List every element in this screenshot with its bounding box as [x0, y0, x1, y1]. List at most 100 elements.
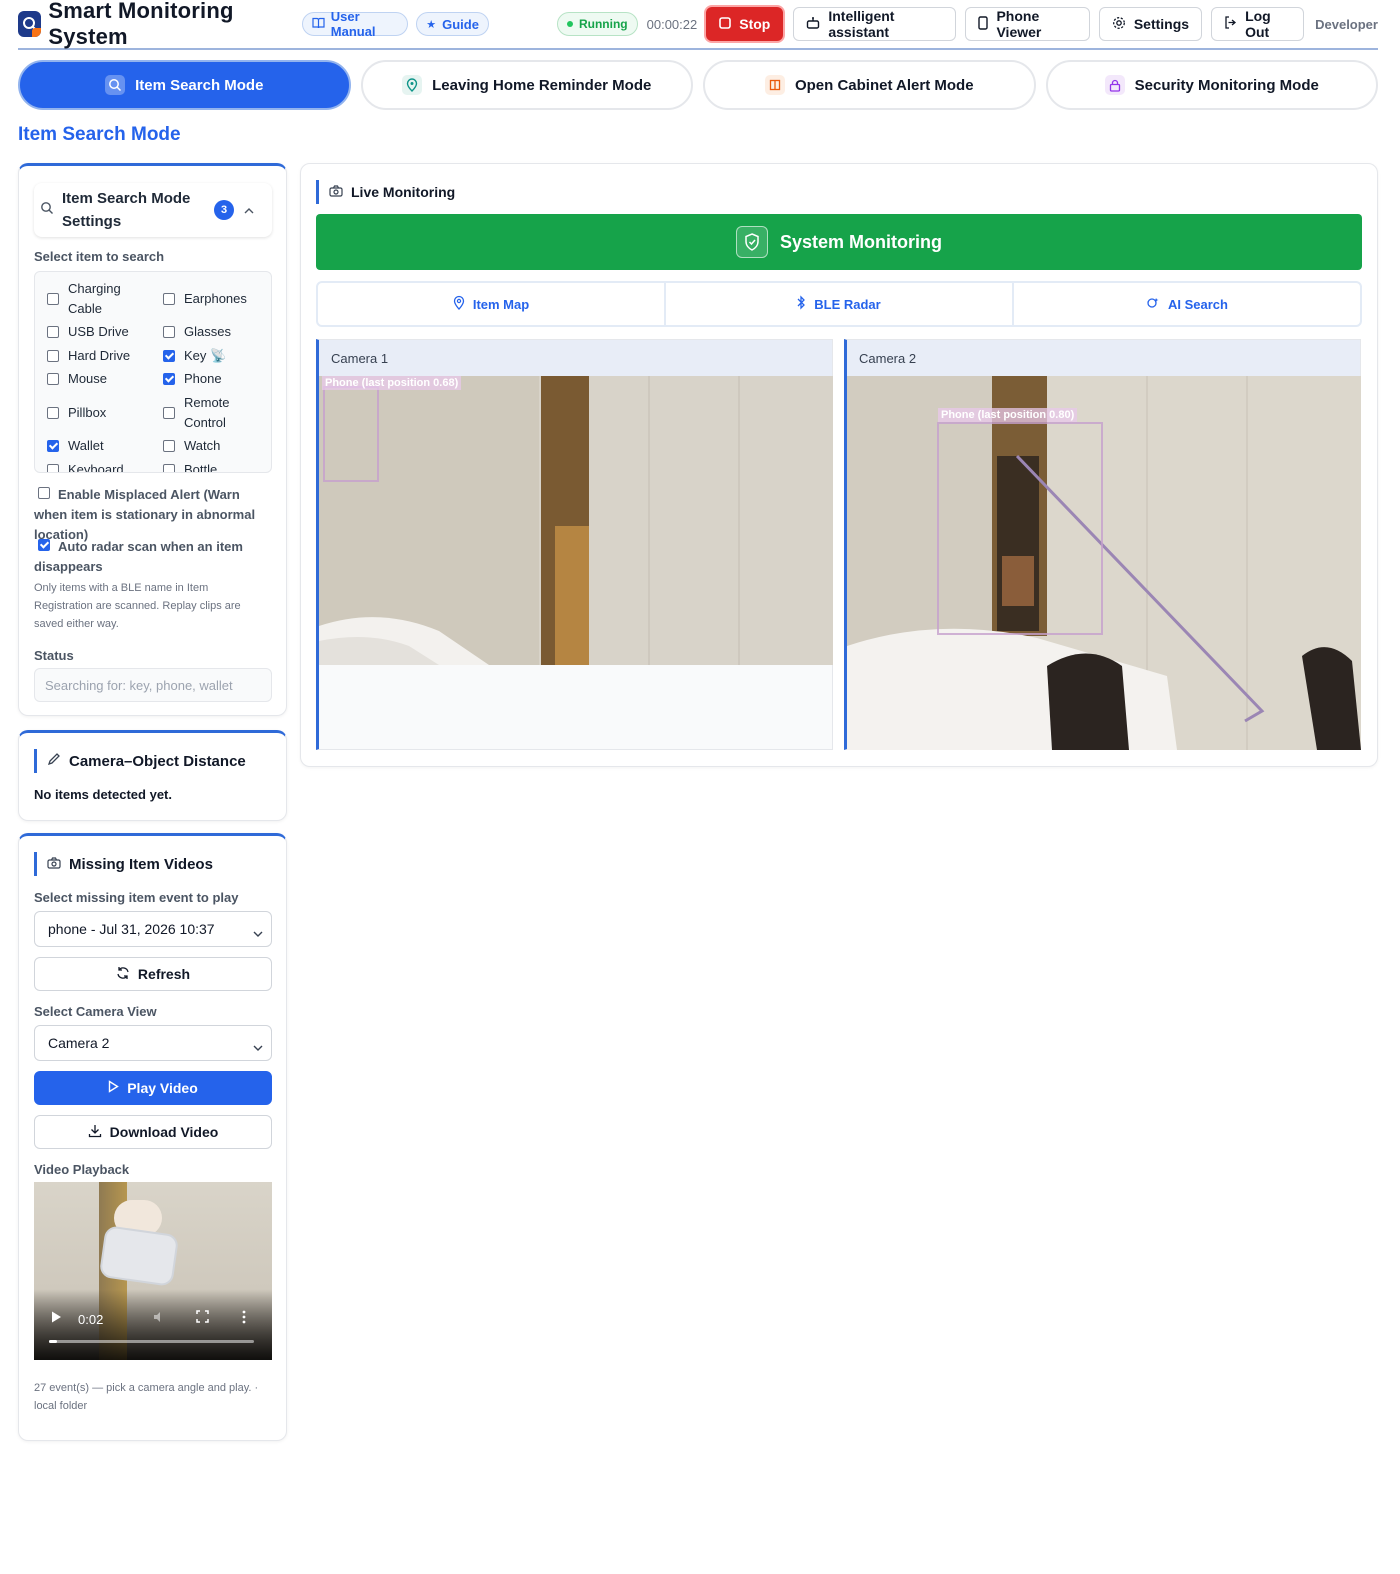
tab-open-cabinet-alert-mode[interactable]: Open Cabinet Alert Mode	[703, 60, 1036, 110]
misplaced-alert-checkbox[interactable]	[38, 487, 50, 499]
item-remote-control[interactable]: Remote Control	[163, 393, 263, 433]
video-play-icon[interactable]	[50, 1310, 62, 1329]
camera-2-feed[interactable]: Phone (last position 0.80)	[847, 376, 1361, 750]
banner-text: System Monitoring	[779, 231, 942, 252]
phone-viewer-button[interactable]: Phone Viewer	[965, 7, 1090, 41]
video-progress-bar[interactable]	[49, 1340, 254, 1343]
video-controls: 0:02	[34, 1300, 272, 1360]
phone-viewer-label: Phone Viewer	[996, 8, 1042, 40]
book-icon	[312, 17, 325, 32]
item-key[interactable]: Key 📡	[163, 346, 226, 366]
tab-ai-search[interactable]: AI Search	[1014, 283, 1360, 325]
checkbox[interactable]	[47, 440, 59, 452]
camera-2-frame	[847, 376, 1361, 750]
item-usb-drive[interactable]: USB Drive	[47, 322, 129, 342]
missing-item-videos-card: Missing Item Videos Select missing item …	[18, 833, 287, 1441]
camera-2-panel: Camera 2 Phone (last position 0.80)	[844, 339, 1361, 750]
detection-box	[323, 386, 379, 482]
item-bottle[interactable]: Bottle	[163, 460, 217, 472]
item-charging-cable[interactable]: Charging Cable	[47, 279, 147, 319]
refresh-button[interactable]: Refresh	[34, 957, 272, 991]
item-mouse[interactable]: Mouse	[47, 369, 107, 389]
item-wallet[interactable]: Wallet	[47, 436, 104, 456]
tab-item-map[interactable]: Item Map	[318, 283, 666, 325]
checkbox[interactable]	[47, 293, 59, 305]
videos-header: Missing Item Videos	[34, 852, 213, 876]
more-options-icon[interactable]	[242, 1310, 246, 1329]
intelligent-assistant-button[interactable]: Intelligent assistant	[793, 7, 957, 41]
user-manual-button[interactable]: User Manual	[301, 9, 409, 39]
misplaced-alert-label: Enable Misplaced Alert (Warn when item i…	[34, 487, 256, 542]
tab-security-monitoring-mode[interactable]: Security Monitoring Mode	[1045, 60, 1378, 110]
volume-icon[interactable]	[152, 1310, 166, 1329]
item-keyboard[interactable]: Keyboard	[47, 460, 124, 472]
checkbox[interactable]	[163, 293, 175, 305]
camera-1-frame	[319, 376, 833, 665]
tab-ble-radar[interactable]: BLE Radar	[666, 283, 1014, 325]
camera-1-panel: Camera 1 Phone (last position 0.68)	[316, 339, 833, 750]
guide-button[interactable]: ★ Guide	[416, 12, 489, 36]
checkbox[interactable]	[47, 464, 59, 472]
auto-radar-checkbox[interactable]	[38, 539, 50, 551]
tab-label: BLE Radar	[814, 296, 881, 312]
tab-label: Item Search Mode	[135, 76, 264, 94]
settings-title: Item Search Mode Settings	[62, 190, 191, 230]
live-title: Live Monitoring	[351, 184, 456, 200]
event-select[interactable]: phone - Jul 31, 2026 10:37	[34, 911, 272, 947]
status-field: Searching for: key, phone, wallet	[34, 668, 272, 702]
play-icon	[108, 1080, 120, 1096]
item-label: Key 📡	[184, 348, 227, 363]
play-video-button[interactable]: Play Video	[34, 1071, 272, 1105]
live-header: Live Monitoring	[316, 180, 455, 204]
item-watch[interactable]: Watch	[163, 436, 220, 456]
checkbox[interactable]	[47, 350, 59, 362]
tab-leaving-home-reminder-mode[interactable]: Leaving Home Reminder Mode	[360, 60, 693, 110]
fullscreen-icon[interactable]	[196, 1310, 209, 1328]
location-pin-icon	[402, 75, 423, 95]
user-manual-label: User Manual	[330, 9, 376, 39]
camera-icon	[47, 856, 61, 873]
item-label: Hard Drive	[68, 348, 131, 363]
checkbox[interactable]	[163, 326, 175, 338]
status-badge: Running	[556, 12, 638, 36]
item-hard-drive[interactable]: Hard Drive	[47, 346, 130, 366]
checkbox[interactable]	[47, 326, 59, 338]
video-player[interactable]: 0:02	[34, 1182, 272, 1360]
status-label: Running	[578, 17, 628, 31]
camera-view-label: Select Camera View	[34, 1004, 157, 1019]
search-icon	[40, 201, 54, 220]
camera-1-detection-label: Phone (last position 0.68)	[322, 376, 462, 390]
camera-1-feed[interactable]: Phone (last position 0.68)	[319, 376, 833, 665]
settings-collapse-header[interactable]: Item Search Mode Settings 3	[34, 183, 272, 237]
search-icon	[105, 75, 126, 95]
ble-note: Only items with a BLE name in Item Regis…	[34, 582, 241, 630]
auto-radar-option[interactable]: Auto radar scan when an item disappears	[34, 537, 274, 577]
camera-view-select[interactable]: Camera 2	[34, 1025, 272, 1061]
download-video-button[interactable]: Download Video	[34, 1115, 272, 1149]
misplaced-alert-option[interactable]: Enable Misplaced Alert (Warn when item i…	[34, 485, 274, 545]
download-video-label: Download Video	[109, 1124, 219, 1140]
distance-empty-text: No items detected yet.	[34, 787, 172, 802]
app-title: Smart Monitoring System	[48, 0, 234, 49]
settings-button[interactable]: Settings	[1098, 7, 1203, 41]
phone-icon	[978, 15, 989, 33]
stop-button[interactable]: Stop	[706, 7, 784, 41]
logout-button[interactable]: Log Out	[1211, 7, 1305, 41]
user-role: Developer	[1315, 16, 1378, 32]
checkbox[interactable]	[163, 464, 175, 472]
item-phone[interactable]: Phone	[163, 369, 222, 389]
checkbox[interactable]	[163, 440, 175, 452]
item-pillbox[interactable]: Pillbox	[47, 403, 106, 423]
item-earphones[interactable]: Earphones	[163, 289, 247, 309]
play-video-label: Play Video	[127, 1080, 198, 1096]
item-glasses[interactable]: Glasses	[163, 322, 231, 342]
checkbox[interactable]	[47, 407, 59, 419]
checkbox[interactable]	[163, 407, 175, 419]
checkbox[interactable]	[163, 350, 175, 362]
chevron-up-icon[interactable]	[244, 201, 254, 219]
item-label: Pillbox	[68, 405, 107, 420]
tab-item-search-mode[interactable]: Item Search Mode	[18, 60, 351, 110]
checkbox[interactable]	[163, 373, 175, 385]
checkbox[interactable]	[47, 373, 59, 385]
ai-search-icon	[1146, 296, 1160, 313]
